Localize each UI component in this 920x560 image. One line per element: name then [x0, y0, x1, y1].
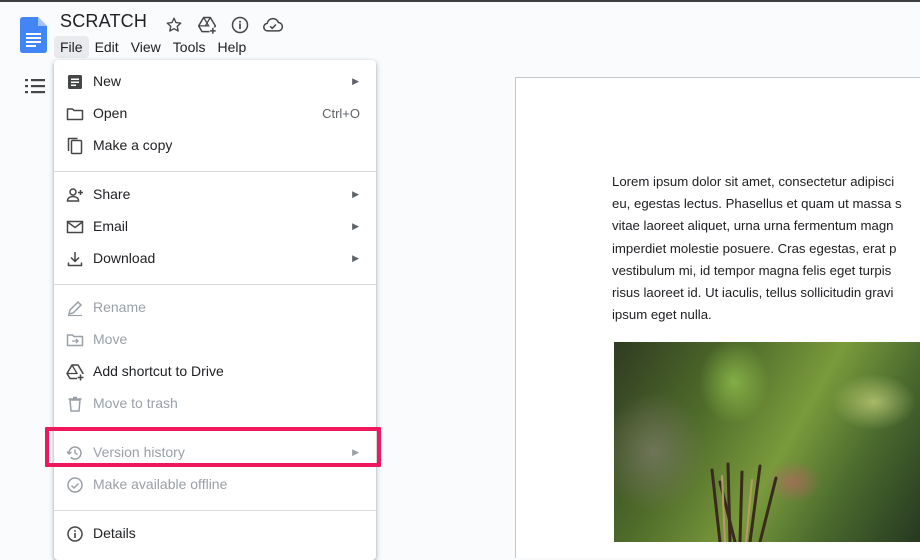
docs-logo-icon[interactable] — [20, 17, 47, 53]
document-outline-icon[interactable] — [24, 76, 46, 96]
copy-icon — [67, 137, 83, 155]
rename-icon — [67, 300, 83, 317]
document-image[interactable] — [614, 342, 920, 542]
info-icon — [67, 526, 83, 542]
menu-item-details[interactable]: Details — [54, 518, 376, 550]
body-line: Lorem ipsum dolor sit amet, consectetur … — [612, 174, 895, 189]
menu-item-new[interactable]: New ▶ — [54, 66, 376, 98]
submenu-arrow-icon: ▶ — [352, 253, 359, 263]
menu-item-open[interactable]: Open Ctrl+O — [54, 98, 376, 130]
menu-item-share[interactable]: Share ▶ — [54, 179, 376, 211]
star-icon[interactable] — [162, 13, 186, 37]
document-title[interactable]: SCRATCH — [60, 11, 147, 32]
menu-divider — [54, 284, 376, 285]
body-line: eu, egestas lectus. Phasellus et quam ut… — [612, 196, 902, 212]
menu-item-label: Move to trash — [93, 395, 178, 411]
info-icon[interactable] — [228, 13, 252, 37]
body-line: ipsum eget nulla. — [612, 307, 712, 323]
menu-item-add-shortcut[interactable]: Add shortcut to Drive — [54, 356, 376, 388]
submenu-arrow-icon: ▶ — [352, 76, 359, 86]
menu-item-download[interactable]: Download ▶ — [54, 243, 376, 275]
body-line: vestibulum mi, id tempor magna felis ege… — [612, 262, 892, 278]
folder-icon — [66, 108, 84, 121]
menu-item-label: Make available offline — [93, 476, 228, 492]
menu-item-make-copy[interactable]: Make a copy — [54, 130, 376, 162]
menu-divider — [54, 171, 376, 172]
menu-item-move[interactable]: Move — [54, 324, 376, 356]
menu-item-label: Share — [93, 186, 131, 202]
menu-tools[interactable]: Tools — [167, 36, 212, 58]
menu-item-label: Add shortcut to Drive — [93, 363, 224, 379]
menu-item-label: Rename — [93, 299, 146, 315]
body-line: imperdiet molestie posuere. Cras egestas… — [612, 240, 897, 256]
menu-item-move-to-trash[interactable]: Move to trash — [54, 388, 376, 420]
menu-help[interactable]: Help — [211, 36, 252, 58]
file-menu-dropdown: New ▶ Open Ctrl+O Make a copy Share ▶ Em… — [54, 60, 376, 560]
body-line: risus laoreet id. Ut iaculis, tellus sol… — [612, 285, 894, 301]
cloud-saved-icon[interactable] — [261, 13, 285, 37]
shortcut-label: Ctrl+O — [322, 106, 360, 121]
menu-item-label: Email — [93, 218, 129, 234]
offline-icon — [67, 477, 83, 493]
menu-item-label: Open — [93, 105, 128, 121]
title-actions — [162, 13, 285, 37]
person-add-icon — [66, 188, 83, 202]
menu-view[interactable]: View — [125, 36, 167, 58]
trash-icon — [68, 396, 82, 412]
move-folder-icon — [66, 334, 84, 347]
menu-bar: File Edit View Tools Help — [54, 36, 252, 58]
menu-file[interactable]: File — [54, 36, 89, 58]
menu-edit[interactable]: Edit — [89, 36, 125, 58]
mail-icon — [66, 220, 84, 234]
version-history-highlight — [45, 427, 381, 467]
submenu-arrow-icon: ▶ — [352, 189, 359, 199]
menu-item-label: Make a copy — [93, 137, 173, 153]
menu-item-label: New — [93, 73, 122, 89]
drive-add-icon — [66, 364, 84, 381]
menu-item-label: Download — [93, 250, 156, 266]
body-line: vitae laoreet aliquet, urna urna ferment… — [612, 218, 894, 234]
menu-divider — [54, 510, 376, 511]
menu-item-label: Details — [93, 525, 136, 541]
new-doc-icon — [68, 75, 82, 89]
submenu-arrow-icon: ▶ — [352, 221, 359, 231]
menu-item-rename[interactable]: Rename — [54, 292, 376, 324]
menu-item-label: Move — [93, 331, 128, 347]
menu-item-make-offline[interactable]: Make available offline — [54, 469, 376, 501]
move-to-drive-icon[interactable] — [195, 13, 219, 37]
menu-item-email[interactable]: Email ▶ — [54, 211, 376, 243]
pencils-photo-detail — [710, 462, 778, 542]
document-body-text[interactable]: Lorem ipsum dolor sit amet, consectetur … — [612, 171, 920, 326]
window-top-border — [0, 0, 920, 2]
download-icon — [67, 252, 83, 267]
